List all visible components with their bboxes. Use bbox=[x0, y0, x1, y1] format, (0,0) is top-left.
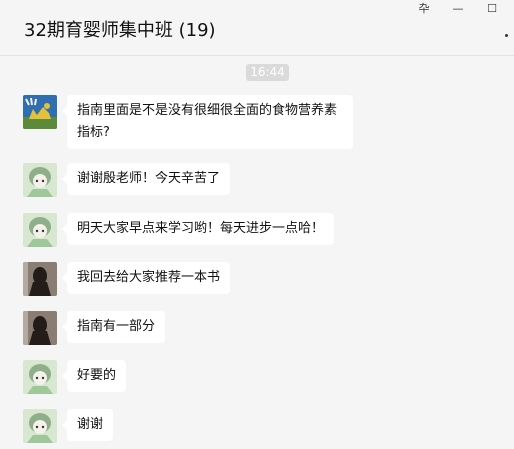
pin-icon[interactable]: 卆 bbox=[412, 0, 436, 18]
message-bubble: 谢谢殷老师！今天辛苦了 bbox=[61, 163, 231, 195]
more-icon[interactable] bbox=[505, 34, 508, 37]
anime-girl-avatar[interactable] bbox=[23, 409, 57, 443]
chat-header: 32期育婴师集中班 (19) 卆 — ☐ bbox=[0, 0, 514, 56]
chat-title: 32期育婴师集中班 (19) bbox=[24, 20, 216, 41]
anime-girl-avatar[interactable] bbox=[23, 163, 57, 197]
message-bubble: 指南有一部分 bbox=[61, 311, 166, 343]
dark-silhouette-avatar[interactable] bbox=[23, 311, 57, 345]
message-bubble: 我回去给大家推荐一本书 bbox=[61, 262, 231, 294]
message-bubble: 好要的 bbox=[61, 360, 127, 392]
minimize-icon[interactable]: — bbox=[446, 0, 470, 18]
anime-girl-avatar[interactable] bbox=[23, 360, 57, 394]
time-divider: 16:44 bbox=[246, 64, 289, 81]
dinosaur-avatar[interactable] bbox=[23, 95, 57, 129]
dark-silhouette-avatar[interactable] bbox=[23, 262, 57, 296]
message-bubble: 谢谢 bbox=[61, 409, 114, 441]
anime-girl-avatar[interactable] bbox=[23, 213, 57, 247]
message-bubble: 明天大家早点来学习哟！每天进步一点哈！ bbox=[61, 213, 335, 245]
message-bubble: 指南里面是不是没有很细很全面的食物营养素指标? bbox=[62, 95, 353, 149]
maximize-icon[interactable]: ☐ bbox=[480, 0, 504, 18]
